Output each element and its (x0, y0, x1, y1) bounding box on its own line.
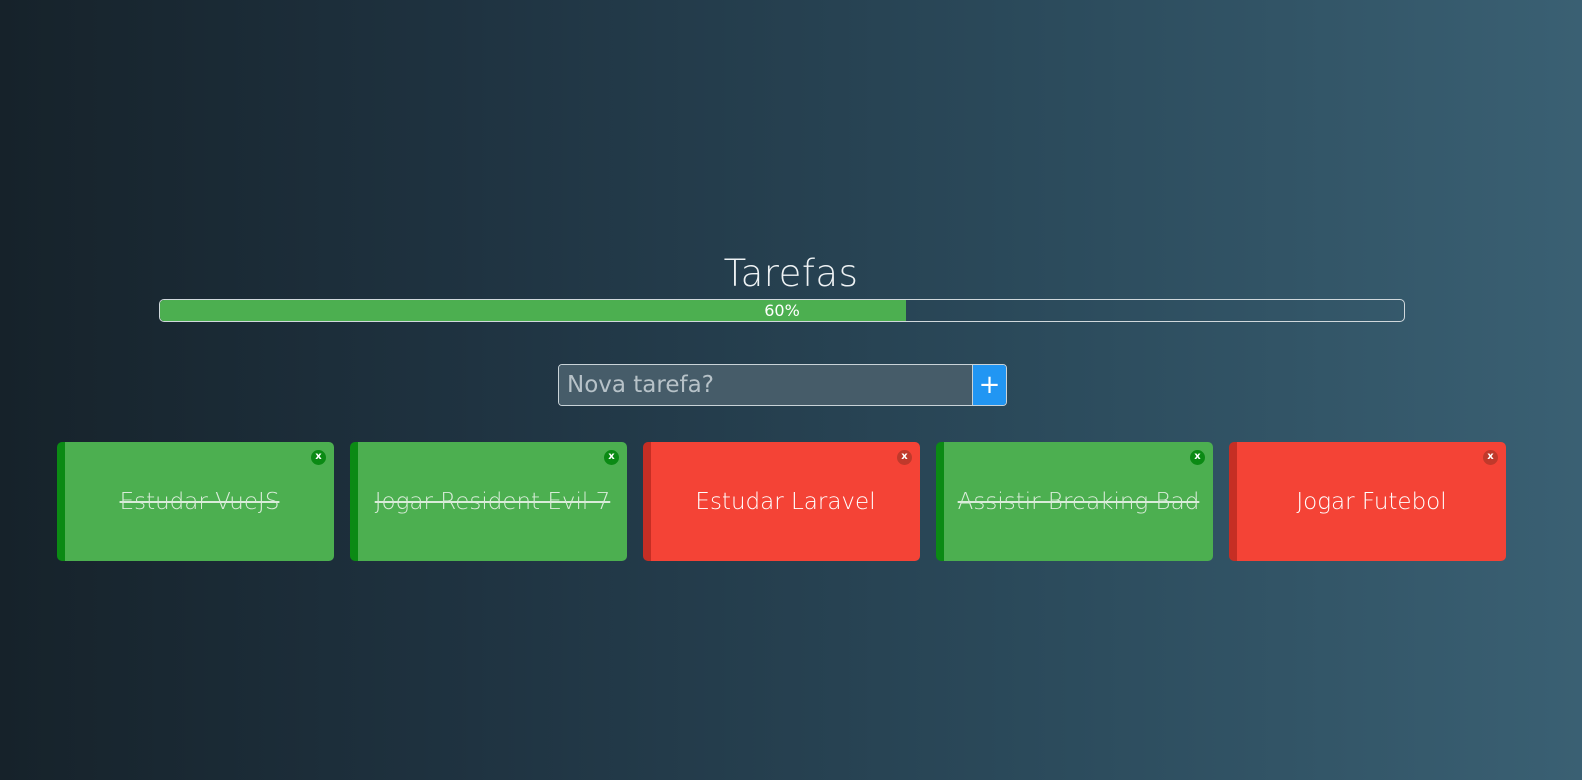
task-label: Jogar Resident Evil 7 (374, 488, 611, 515)
progress-label: 60% (764, 301, 800, 320)
task-list: Estudar VueJS x Jogar Resident Evil 7 x … (57, 442, 1508, 561)
task-label: Estudar VueJS (119, 488, 280, 515)
task-card[interactable]: Jogar Futebol x (1229, 442, 1506, 561)
close-icon[interactable]: x (897, 450, 912, 465)
task-label: Jogar Futebol (1296, 488, 1447, 515)
close-icon[interactable]: x (604, 450, 619, 465)
close-icon[interactable]: x (1483, 450, 1498, 465)
close-icon[interactable]: x (311, 450, 326, 465)
task-label: Assistir Breaking Bad (957, 488, 1200, 515)
close-icon[interactable]: x (1190, 450, 1205, 465)
progress-bar: 60% (159, 299, 1405, 322)
task-card[interactable]: Jogar Resident Evil 7 x (350, 442, 627, 561)
task-label: Estudar Laravel (695, 488, 876, 515)
new-task-input[interactable] (559, 365, 972, 405)
new-task-form: + (558, 364, 1007, 406)
task-card[interactable]: Estudar VueJS x (57, 442, 334, 561)
page-title: Tarefas (723, 252, 859, 295)
app-root: Tarefas 60% + Estudar VueJS x Jogar Resi… (0, 0, 1582, 780)
task-card[interactable]: Assistir Breaking Bad x (936, 442, 1213, 561)
task-card[interactable]: Estudar Laravel x (643, 442, 920, 561)
add-task-button[interactable]: + (972, 365, 1006, 405)
